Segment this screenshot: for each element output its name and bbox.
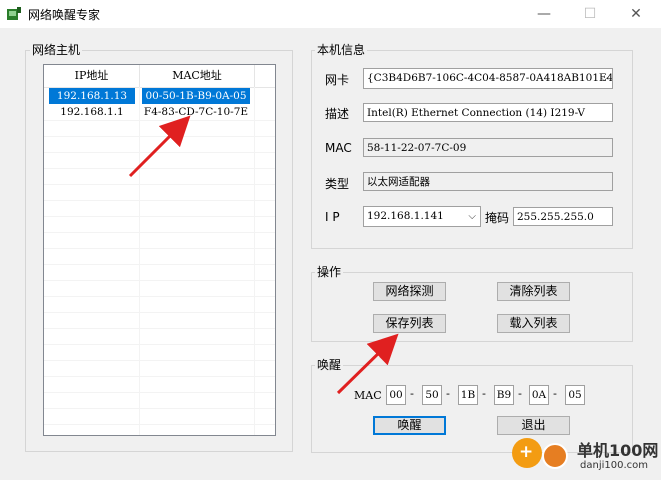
- mac-field[interactable]: 58-11-22-07-7C-09: [363, 138, 613, 157]
- list-gridline: [44, 184, 275, 185]
- list-gridline: [44, 312, 275, 313]
- table-row[interactable]: 192.168.1.1 F4-83-CD-7C-10-7E: [44, 104, 275, 120]
- watermark-subtext: danji100.com: [580, 460, 648, 471]
- list-gridline: [44, 376, 275, 377]
- clear-list-button[interactable]: 清除列表: [497, 282, 570, 301]
- watermark-text: 单机100网: [577, 441, 659, 460]
- mac-separator: -: [446, 387, 450, 400]
- nic-value: {C3B4D6B7-106C-4C04-8587-0A418AB101E4}: [367, 72, 613, 84]
- watermark-logo: +: [512, 438, 542, 468]
- mac-octet-5[interactable]: 0A: [529, 385, 549, 405]
- list-gridline: [44, 424, 275, 425]
- desc-label: 描述: [325, 107, 350, 121]
- list-gridline: [44, 248, 275, 249]
- mac-octet-6[interactable]: 05: [565, 385, 585, 405]
- save-list-button[interactable]: 保存列表: [373, 314, 446, 333]
- list-gridline: [44, 328, 275, 329]
- list-gridline: [44, 408, 275, 409]
- list-gridline: [44, 216, 275, 217]
- mac-separator: -: [410, 387, 414, 400]
- exit-button[interactable]: 退出: [497, 416, 570, 435]
- mask-field[interactable]: 255.255.255.0: [513, 207, 613, 226]
- maximize-icon: ☐: [583, 6, 597, 22]
- list-gridline: [44, 344, 275, 345]
- ip-value: 192.168.1.141: [367, 210, 444, 222]
- list-gridline: [44, 152, 275, 153]
- list-gridline: [44, 200, 275, 201]
- column-divider: [254, 87, 255, 435]
- local-info-group-label: 本机信息: [315, 41, 368, 58]
- mac-separator: -: [553, 387, 557, 400]
- mac-octet-2[interactable]: 50: [422, 385, 442, 405]
- list-gridline: [44, 120, 275, 121]
- app-icon: [7, 7, 21, 20]
- mac-octet-4[interactable]: B9: [494, 385, 514, 405]
- column-header-ip[interactable]: IP地址: [44, 65, 140, 87]
- column-header-mac[interactable]: MAC地址: [140, 65, 255, 87]
- chevron-down-icon: ⌵: [468, 211, 476, 222]
- mac-separator: -: [518, 387, 522, 400]
- row-ip: 192.168.1.1: [60, 106, 124, 118]
- list-gridline: [44, 296, 275, 297]
- list-gridline: [44, 232, 275, 233]
- type-label: 类型: [325, 177, 350, 191]
- row-ip: 192.168.1.13: [49, 88, 135, 104]
- row-mac: F4-83-CD-7C-10-7E: [143, 106, 249, 118]
- close-icon: ✕: [630, 6, 642, 22]
- row-mac: 00-50-1B-B9-0A-05: [142, 88, 250, 104]
- mac-octet-3[interactable]: 1B: [458, 385, 478, 405]
- chevron-down-icon: ⌵: [600, 73, 608, 84]
- list-gridline: [44, 280, 275, 281]
- list-gridline: [44, 392, 275, 393]
- mac-octet-1[interactable]: 00: [386, 385, 406, 405]
- title-bar: 网络唤醒专家 — ☐ ✕: [0, 0, 661, 28]
- hosts-group-label: 网络主机: [30, 41, 83, 58]
- ops-group: [311, 272, 633, 342]
- window-title: 网络唤醒专家: [28, 8, 101, 22]
- table-row[interactable]: 192.168.1.13 00-50-1B-B9-0A-05: [44, 88, 275, 104]
- mask-label: 掩码: [485, 211, 510, 225]
- list-header: IP地址 MAC地址: [44, 65, 275, 88]
- list-gridline: [44, 168, 275, 169]
- column-divider: [139, 87, 140, 435]
- type-field[interactable]: 以太网适配器: [363, 172, 613, 191]
- nic-label: 网卡: [325, 73, 350, 87]
- wake-button[interactable]: 唤醒: [373, 416, 446, 435]
- probe-button[interactable]: 网络探测: [373, 282, 446, 301]
- mac-separator: -: [482, 387, 486, 400]
- nic-select[interactable]: {C3B4D6B7-106C-4C04-8587-0A418AB101E4} ⌵: [363, 68, 613, 89]
- list-gridline: [44, 136, 275, 137]
- watermark-logo-ring: [542, 443, 568, 469]
- minimize-button[interactable]: —: [521, 0, 567, 28]
- minimize-icon: —: [537, 6, 551, 22]
- ip-label: I P: [325, 210, 340, 224]
- mac-label: MAC: [325, 141, 352, 155]
- close-button[interactable]: ✕: [613, 0, 659, 28]
- host-list[interactable]: IP地址 MAC地址 192.168.1.13 00-50-1B-B9-0A-0…: [43, 64, 276, 436]
- list-gridline: [44, 360, 275, 361]
- ops-group-label: 操作: [315, 263, 344, 280]
- wake-group-label: 唤醒: [315, 356, 344, 373]
- list-gridline: [44, 264, 275, 265]
- maximize-button[interactable]: ☐: [567, 0, 613, 28]
- load-list-button[interactable]: 载入列表: [497, 314, 570, 333]
- ip-select[interactable]: 192.168.1.141 ⌵: [363, 206, 481, 227]
- wake-mac-label: MAC: [354, 389, 382, 402]
- desc-field[interactable]: Intel(R) Ethernet Connection (14) I219-V: [363, 103, 613, 122]
